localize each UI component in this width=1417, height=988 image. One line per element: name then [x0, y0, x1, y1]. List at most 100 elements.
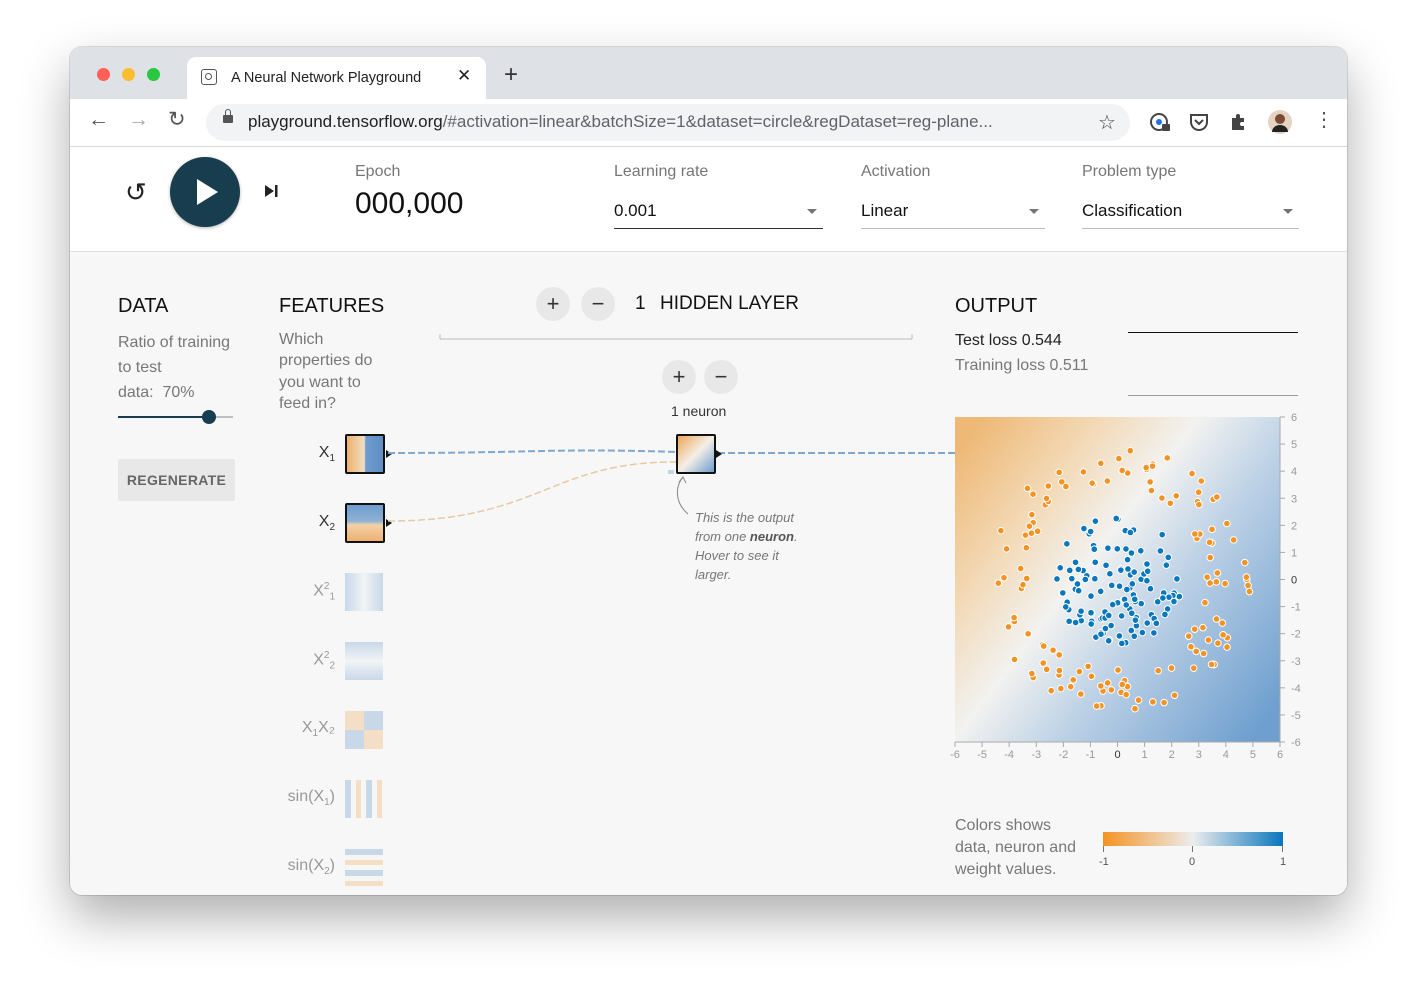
scatter-point: [1118, 680, 1127, 689]
url-text[interactable]: playground.tensorflow.org/#activation=li…: [248, 112, 993, 132]
learning-rate-label: Learning rate: [614, 163, 709, 180]
scatter-point: [1130, 595, 1139, 604]
back-icon[interactable]: ←: [88, 109, 109, 130]
x-tick-label: 1: [1142, 749, 1148, 761]
extensions-puzzle-icon[interactable]: [1228, 111, 1250, 133]
scatter-point: [1212, 615, 1221, 623]
minimize-window-button[interactable]: [122, 68, 135, 81]
scatter-point: [1073, 580, 1082, 588]
scatter-point: [1096, 459, 1105, 468]
maximize-window-button[interactable]: [147, 68, 160, 81]
scatter-point: [1103, 679, 1112, 687]
scatter-point: [1039, 642, 1048, 650]
scatter-point: [1087, 592, 1095, 600]
scatter-point: [1117, 639, 1126, 648]
scatter-point: [1188, 469, 1196, 478]
pocket-icon[interactable]: [1188, 111, 1210, 133]
y-tick-label: 4: [1291, 466, 1297, 478]
scatter-point: [1199, 623, 1207, 632]
scatter-point: [1167, 664, 1176, 672]
x-tick-label: 3: [1196, 749, 1202, 761]
y-tick-label: 6: [1291, 412, 1297, 424]
scatter-point: [1086, 527, 1095, 536]
scatter-point: [1016, 564, 1025, 573]
scatter-point: [1173, 575, 1181, 583]
scatter-point: [1244, 581, 1252, 590]
scatter-point: [1147, 486, 1156, 495]
activation-select[interactable]: Linear: [861, 188, 1045, 229]
scatter-point: [1152, 619, 1161, 628]
scatter-point: [1115, 632, 1124, 640]
scatter-point: [1127, 609, 1136, 618]
scatter-point: [1195, 500, 1203, 509]
extension-lens-icon[interactable]: [1149, 111, 1171, 133]
y-tick-label: 5: [1291, 439, 1297, 451]
scatter-point: [1080, 524, 1088, 533]
scatter-point: [1108, 600, 1117, 609]
scatter-point: [1150, 629, 1158, 637]
scatter-point: [1213, 569, 1222, 577]
scatter-point: [1160, 698, 1168, 707]
url-path: /#activation=linear&batchSize=1&dataset=…: [442, 112, 993, 131]
forward-icon[interactable]: →: [128, 109, 149, 130]
x-tick-label: 2: [1169, 749, 1175, 761]
browser-menu-icon[interactable]: ⋮: [1314, 110, 1334, 130]
remove-layer-button[interactable]: −: [581, 287, 615, 321]
scatter-point: [1117, 612, 1126, 620]
note-emphasis: neuron: [749, 529, 794, 544]
remove-neuron-button[interactable]: −: [704, 360, 738, 394]
test-loss: Test loss 0.544: [955, 332, 1062, 349]
close-window-button[interactable]: [97, 68, 110, 81]
scatter-point: [1192, 647, 1201, 656]
y-tick-label: -3: [1291, 656, 1301, 668]
output-plot[interactable]: -6 -5 -4 -3 -2 -1 0 1 2 3 4 5 6 6 5 4 3 2 1 0 -1 -2 -3 -4 -5 -6: [945, 412, 1325, 772]
scatter-point: [1184, 632, 1193, 640]
scatter-point: [1134, 696, 1143, 704]
scatter-point: [1166, 499, 1175, 508]
browser-tab[interactable]: A Neural Network Playground ✕: [187, 57, 486, 99]
link-x2-neuron[interactable]: [387, 461, 679, 522]
scatter-point: [994, 579, 1003, 588]
scatter-point: [1131, 704, 1139, 713]
scatter-point: [1149, 698, 1157, 706]
legend-label-min: -1: [1099, 856, 1109, 868]
x-tick-label: -6: [950, 749, 960, 761]
scatter-point: [1126, 528, 1135, 537]
neuron-node[interactable]: [676, 434, 716, 474]
scatter-point: [1069, 676, 1078, 684]
reset-icon[interactable]: ↺: [125, 177, 147, 208]
scatter-point: [1122, 690, 1130, 699]
scatter-point: [1042, 665, 1051, 674]
scatter-point: [1071, 558, 1080, 567]
address-bar[interactable]: playground.tensorflow.org/#activation=li…: [206, 104, 1130, 141]
learning-rate-select[interactable]: 0.001: [614, 188, 823, 229]
reload-icon[interactable]: ↻: [168, 109, 186, 130]
link-x1-neuron[interactable]: [387, 449, 679, 454]
play-button[interactable]: [170, 157, 240, 227]
scatter-point: [1055, 651, 1064, 659]
new-tab-icon[interactable]: +: [504, 63, 518, 87]
tab-title: A Neural Network Playground: [231, 70, 422, 86]
scatter-point: [1074, 586, 1083, 595]
x-tick-label: 4: [1223, 749, 1229, 761]
bookmark-star-icon[interactable]: ☆: [1098, 110, 1116, 135]
scatter-point: [1055, 666, 1064, 675]
scatter-point: [1028, 669, 1036, 678]
scatter-point: [1212, 578, 1221, 586]
y-tick-label: 3: [1291, 493, 1297, 505]
scatter-point: [1124, 565, 1132, 573]
scatter-point: [1131, 616, 1140, 624]
scatter-point: [1242, 573, 1251, 581]
neuron-note: This is the output from one neuron. Hove…: [695, 508, 835, 584]
scatter-point: [1063, 540, 1071, 548]
main-area: DATA Ratio of training to test data: 70%…: [70, 252, 1347, 895]
activation-value: Linear: [861, 201, 909, 220]
step-forward-icon[interactable]: [263, 183, 279, 199]
add-neuron-button[interactable]: +: [662, 360, 696, 394]
profile-avatar[interactable]: [1268, 110, 1292, 134]
scatter-point: [1087, 620, 1096, 628]
add-layer-button[interactable]: +: [536, 287, 570, 321]
close-tab-icon[interactable]: ✕: [457, 66, 471, 86]
problem-type-select[interactable]: Classification: [1082, 188, 1299, 229]
epoch-label: Epoch: [355, 163, 401, 180]
